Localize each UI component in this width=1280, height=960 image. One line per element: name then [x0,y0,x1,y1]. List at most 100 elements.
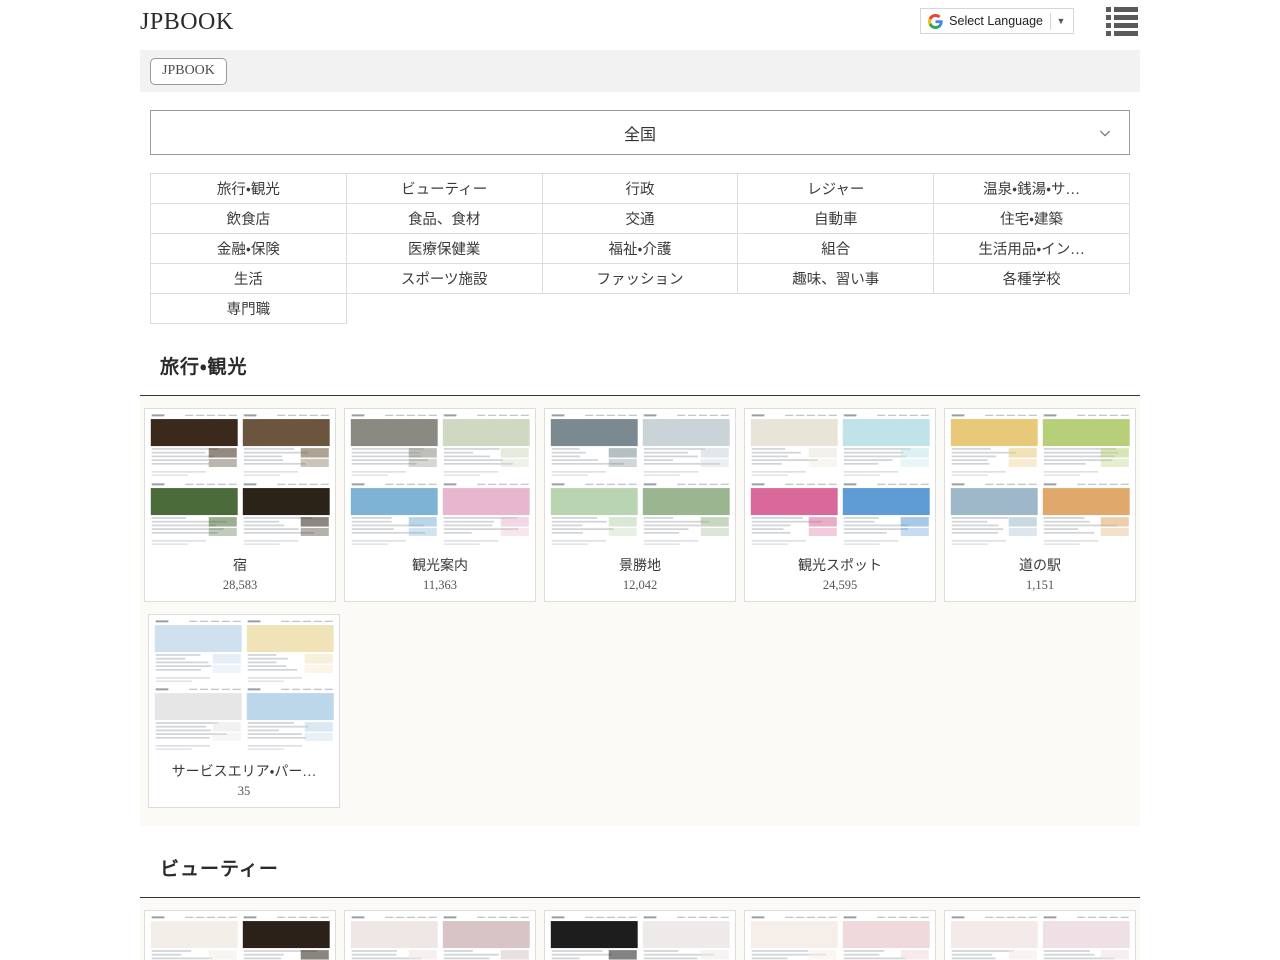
category-cell[interactable]: 趣味、習い事 [738,264,934,294]
card-thumbnail-grid [745,911,935,960]
category-cell[interactable]: 行政 [542,174,738,204]
card-thumbnail [241,915,332,960]
chevron-down-icon[interactable]: ▼ [1051,17,1071,26]
card-thumbnail-grid [145,911,335,960]
category-cell[interactable]: 組合 [738,234,934,264]
category-cell[interactable]: 交通 [542,204,738,234]
card-thumbnail [149,413,240,481]
category-cell[interactable]: 自動車 [738,204,934,234]
category-card[interactable]: 宿28,583 [144,408,336,602]
card-thumbnail [841,915,932,960]
table-row: 飲食店 食品、食材 交通 自動車 住宅・建築 [151,204,1130,234]
card-thumbnail [641,413,732,481]
card-label: 宿 [145,553,335,576]
category-cell-empty [346,294,542,324]
card-thumbnail-grid [145,409,335,553]
category-card[interactable]: サービスエリア・パー…35 [148,614,340,808]
category-table: 旅行・観光 ビューティー 行政 レジャー 温泉・銭湯・サ… 飲食店 食品、食材 … [150,173,1130,324]
card-thumbnail [841,482,932,550]
header-right-group: Select Language ▼ [920,5,1140,38]
translate-label: Select Language [949,14,1050,28]
list-icon-row [1106,23,1138,28]
card-thumbnail [245,687,336,755]
category-card[interactable] [744,910,936,960]
section-travel: 旅行・観光 宿28,583観光案内11,363景勝地12,042観光スポット24… [140,324,1140,826]
card-thumbnail [153,619,244,687]
card-thumbnail [349,482,440,550]
category-card[interactable]: 観光スポット24,595 [744,408,936,602]
category-cell[interactable]: 住宅・建築 [934,204,1130,234]
category-cell[interactable]: 生活用品・イン… [934,234,1130,264]
list-menu-icon[interactable] [1104,5,1140,38]
table-row: 旅行・観光 ビューティー 行政 レジャー 温泉・銭湯・サ… [151,174,1130,204]
category-cell[interactable]: 金融・保険 [151,234,347,264]
card-thumbnail [949,413,1040,481]
category-cell[interactable]: 飲食店 [151,204,347,234]
card-label: 道の駅 [945,553,1135,576]
region-select-value: 全国 [624,121,656,145]
card-thumbnail [641,482,732,550]
card-thumbnail [349,915,440,960]
category-card[interactable]: 景勝地12,042 [544,408,736,602]
category-cell[interactable]: レジャー [738,174,934,204]
category-table-body: 旅行・観光 ビューティー 行政 レジャー 温泉・銭湯・サ… 飲食店 食品、食材 … [151,174,1130,324]
card-thumbnail-grid [945,911,1135,960]
card-label: サービスエリア・パー… [149,759,339,782]
category-card[interactable] [344,910,536,960]
card-thumbnail [349,413,440,481]
card-thumbnail-grid [945,409,1135,553]
category-cell[interactable]: 生活 [151,264,347,294]
category-card[interactable] [944,910,1136,960]
card-thumbnail-grid [345,911,535,960]
category-card[interactable]: 観光案内11,363 [344,408,536,602]
card-label: 観光案内 [345,553,535,576]
card-thumbnail [149,915,240,960]
category-cell[interactable]: スポーツ施設 [346,264,542,294]
breadcrumb: JPBOOK [140,50,1140,92]
card-thumbnail [549,482,640,550]
section-title: 旅行・観光 [160,352,1140,379]
site-brand[interactable]: JPBOOK [140,8,234,34]
category-card[interactable] [544,910,736,960]
chevron-down-icon [1097,125,1113,141]
category-cell[interactable]: 旅行・観光 [151,174,347,204]
card-thumbnail [1041,413,1132,481]
category-cell[interactable]: 各種学校 [934,264,1130,294]
breadcrumb-item-jpbook[interactable]: JPBOOK [150,58,227,85]
category-cell[interactable]: 専門職 [151,294,347,324]
card-thumbnail [149,482,240,550]
category-cell-empty [934,294,1130,324]
card-thumbnail [749,482,840,550]
section-title: ビューティー [160,854,1140,881]
list-icon-row [1106,7,1138,12]
card-grid: 宿28,583観光案内11,363景勝地12,042観光スポット24,595道の… [140,396,1140,826]
category-cell[interactable]: ファッション [542,264,738,294]
card-label: 景勝地 [545,553,735,576]
card-thumbnail-grid [545,911,735,960]
category-cell[interactable]: 温泉・銭湯・サ… [934,174,1130,204]
card-thumbnail-grid [545,409,735,553]
table-row: 専門職 [151,294,1130,324]
card-thumbnail [641,915,732,960]
category-card[interactable]: 道の駅1,151 [944,408,1136,602]
card-thumbnail [841,413,932,481]
category-cell[interactable]: 福祉・介護 [542,234,738,264]
card-count: 35 [149,782,339,807]
category-cell[interactable]: 食品、食材 [346,204,542,234]
card-thumbnail [749,915,840,960]
region-select[interactable]: 全国 [150,110,1130,155]
section-beauty: ビューティー [140,826,1140,960]
list-icon-row [1106,31,1138,36]
region-select-wrapper: 全国 [150,110,1130,155]
category-cell[interactable]: ビューティー [346,174,542,204]
card-count: 28,583 [145,576,335,601]
google-translate-widget[interactable]: Select Language ▼ [920,8,1074,34]
card-grid [140,898,1140,960]
card-thumbnail [441,915,532,960]
card-thumbnail [949,482,1040,550]
category-cell[interactable]: 医療保健業 [346,234,542,264]
card-thumbnail [1041,915,1132,960]
card-thumbnail [549,915,640,960]
category-card[interactable] [144,910,336,960]
section-header: ビューティー [140,826,1140,897]
